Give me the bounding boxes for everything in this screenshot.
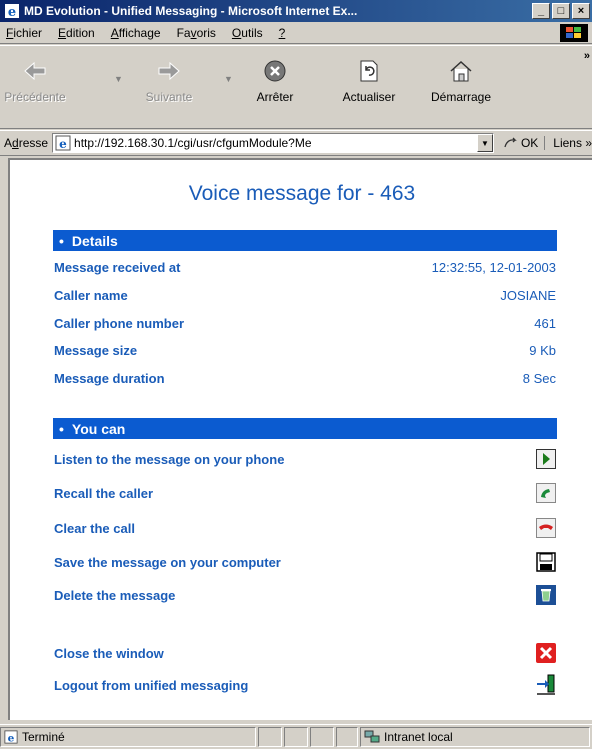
go-button[interactable]: OK	[494, 136, 544, 150]
go-arrow-icon	[504, 137, 517, 148]
svg-text:e: e	[59, 137, 67, 151]
back-button[interactable]: Précédente	[0, 52, 70, 104]
status-text: Terminé	[22, 730, 65, 744]
stop-label: Arrêter	[256, 90, 294, 104]
status-cell-5	[336, 727, 358, 747]
page-content: Voice message for - 463 • Details Messag…	[8, 158, 592, 720]
details-header: • Details	[53, 230, 557, 251]
home-label: Démarrage	[430, 90, 492, 104]
menu-edition[interactable]: Edition	[52, 26, 105, 40]
phone-hangup-icon[interactable]	[535, 517, 557, 539]
back-label: Précédente	[4, 90, 66, 104]
home-button[interactable]: Démarrage	[421, 52, 501, 104]
play-icon[interactable]	[535, 448, 557, 470]
window-titlebar[interactable]: e MD Evolution - Unified Messaging - Mic…	[0, 0, 592, 22]
trash-icon[interactable]	[535, 584, 557, 606]
refresh-icon	[360, 60, 378, 82]
page-done-icon: e	[4, 730, 18, 744]
back-arrow-icon	[24, 61, 46, 81]
maximize-button[interactable]: □	[552, 3, 570, 19]
menu-affichage[interactable]: Affichage	[105, 26, 171, 40]
refresh-label: Actualiser	[342, 90, 396, 104]
detail-row-duration: Message duration 8 Sec	[54, 370, 556, 386]
svg-text:e: e	[8, 5, 16, 19]
status-text-cell: e Terminé	[0, 727, 256, 747]
detail-row-size: Message size 9 Kb	[54, 342, 556, 358]
detail-row-caller-name: Caller name JOSIANE	[54, 287, 556, 303]
forward-dropdown-icon[interactable]: ▼	[224, 74, 233, 84]
stop-icon	[264, 60, 286, 82]
toolbar: Précédente ▼ Suivante ▼ Arrêter Actualis…	[0, 45, 592, 129]
address-label: Adresse	[4, 136, 49, 150]
forward-button[interactable]: Suivante	[134, 52, 204, 104]
stop-button[interactable]: Arrêter	[248, 52, 302, 104]
zone-cell: Intranet local	[360, 727, 590, 747]
menu-favoris[interactable]: Favoris	[171, 26, 226, 40]
action-clear[interactable]: Clear the call	[54, 517, 557, 539]
page-ie-icon: e	[55, 135, 71, 151]
action-recall[interactable]: Recall the caller	[54, 482, 557, 504]
action-close-window[interactable]: Close the window	[54, 642, 557, 664]
ie-logo-icon: e	[5, 4, 19, 19]
address-dropdown-icon[interactable]: ▼	[476, 134, 493, 152]
forward-label: Suivante	[145, 90, 193, 104]
status-cell-3	[284, 727, 308, 747]
svg-text:e: e	[8, 732, 15, 744]
detail-row-received: Message received at 12:32:55, 12-01-2003	[54, 259, 556, 275]
toolbar-more-chevron[interactable]: »	[584, 50, 590, 62]
floppy-disk-icon[interactable]	[535, 551, 557, 573]
status-cell-4	[310, 727, 334, 747]
menu-bar: Fichier Edition Affichage Favoris Outils…	[0, 22, 592, 44]
close-window-icon[interactable]	[535, 642, 557, 664]
action-logout[interactable]: Logout from unified messaging	[54, 674, 557, 696]
status-cell-2	[258, 727, 282, 747]
menu-help[interactable]: ?	[273, 26, 296, 40]
address-url: http://192.168.30.1/cgi/usr/cfgumModule?…	[74, 136, 312, 150]
links-toolbar[interactable]: Liens »	[544, 136, 592, 150]
window-title: MD Evolution - Unified Messaging - Micro…	[24, 4, 358, 18]
detail-row-caller-number: Caller phone number 461	[54, 315, 556, 331]
minimize-button[interactable]: _	[532, 3, 550, 19]
action-delete[interactable]: Delete the message	[54, 584, 557, 606]
action-save[interactable]: Save the message on your computer	[54, 551, 557, 573]
logout-icon[interactable]	[535, 674, 557, 696]
forward-arrow-icon	[158, 61, 180, 81]
address-input[interactable]: e http://192.168.30.1/cgi/usr/cfgumModul…	[52, 133, 494, 153]
go-label: OK	[520, 136, 539, 150]
menu-outils[interactable]: Outils	[226, 26, 273, 40]
address-bar: Adresse e http://192.168.30.1/cgi/usr/cf…	[0, 130, 592, 156]
menu-fichier[interactable]: Fichier	[0, 26, 52, 40]
status-bar: e Terminé Intranet local	[0, 724, 592, 749]
page-title: Voice message for - 463	[188, 182, 416, 205]
refresh-button[interactable]: Actualiser	[332, 52, 406, 104]
actions-header: • You can	[53, 418, 557, 439]
phone-call-icon[interactable]	[535, 482, 557, 504]
close-button[interactable]: ×	[572, 3, 590, 19]
home-icon	[450, 60, 472, 82]
zone-label: Intranet local	[384, 730, 453, 744]
action-listen[interactable]: Listen to the message on your phone	[54, 448, 557, 470]
windows-logo-icon	[560, 24, 588, 42]
intranet-zone-icon	[364, 730, 380, 743]
back-dropdown-icon[interactable]: ▼	[114, 74, 123, 84]
